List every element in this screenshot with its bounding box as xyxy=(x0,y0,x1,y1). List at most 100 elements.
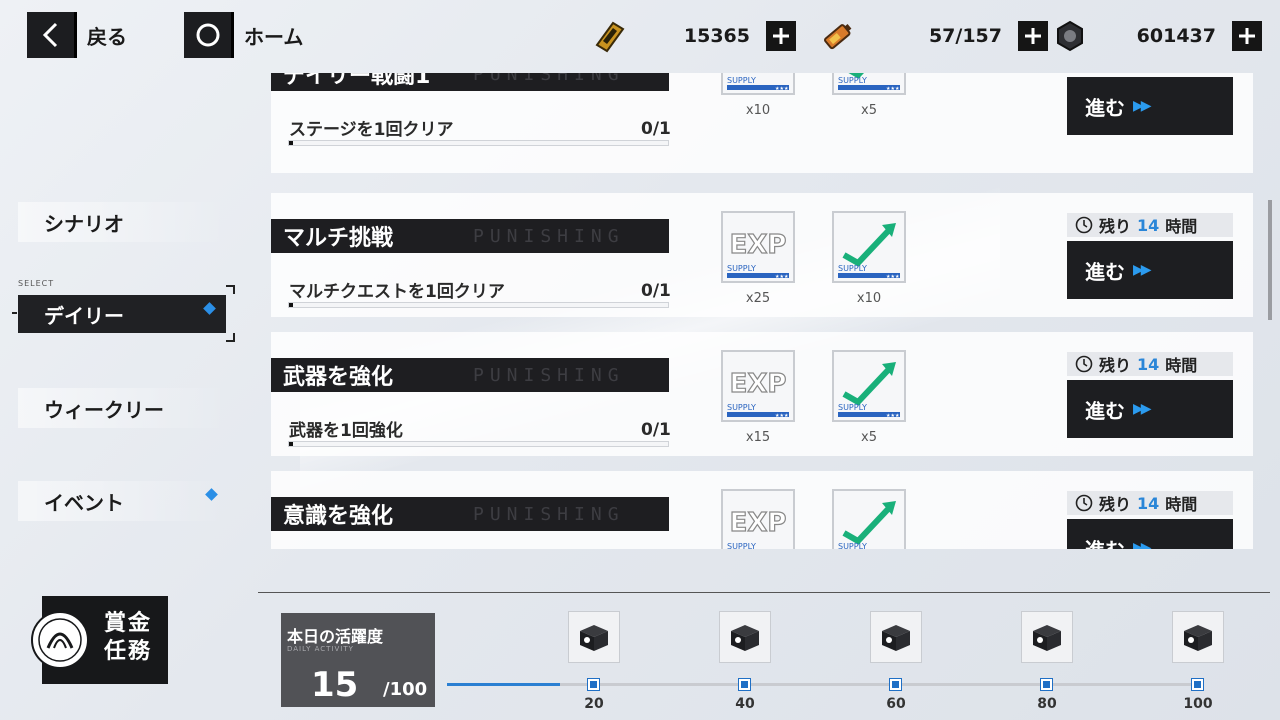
tab-event[interactable]: イベント xyxy=(18,481,228,521)
go-button[interactable]: 進む ▶▶ xyxy=(1067,380,1233,438)
mission-title: 武器を強化 xyxy=(283,365,394,390)
mission-desc: マルチクエストを1回クリア xyxy=(289,282,505,302)
chest-icon xyxy=(1033,625,1061,651)
exp-supply-icon: EXP SUPPLY ★★★ xyxy=(727,76,789,92)
plus-icon xyxy=(773,28,789,44)
mission-watermark: PUNISHING xyxy=(473,73,625,85)
home-label: ホーム xyxy=(244,24,304,49)
activity-title: 本日の活躍度 xyxy=(287,627,384,646)
reward-art-text: ★★★ xyxy=(886,413,900,419)
chest-icon xyxy=(1184,625,1212,651)
chest-icon xyxy=(580,625,608,651)
mission-timer: 残り 14 時間 xyxy=(1067,213,1233,237)
activity-track xyxy=(447,683,1200,686)
eden-emblem-icon xyxy=(31,611,89,669)
tab-weekly[interactable]: ウィークリー xyxy=(18,388,228,428)
gold-value: 15365 xyxy=(683,25,750,47)
go-button[interactable]: 進む ▶▶ xyxy=(1067,519,1233,549)
reward-check[interactable]: SUPPLY ★★★ xyxy=(832,73,906,95)
milestone-node xyxy=(738,678,751,691)
tab-scenario[interactable]: シナリオ xyxy=(18,202,228,242)
mission-progress: 0/1 xyxy=(641,281,671,301)
mission-title-bar: 意識を強化 PUNISHING xyxy=(271,497,669,531)
exp-supply-icon: EXP SUPPLY ★★★ xyxy=(727,507,787,549)
reward-art-text: SUPPLY xyxy=(727,403,756,412)
mission-desc: 武器を1回強化 xyxy=(289,421,403,441)
bracket-top-right xyxy=(226,285,235,294)
activity-track-fill xyxy=(447,683,560,686)
add-stamina-button[interactable] xyxy=(1018,21,1048,51)
mission-list[interactable]: デイリー戦闘1 PUNISHING ステージを1回クリア 0/1 EXP SUP… xyxy=(271,73,1253,549)
coin-value: 601437 xyxy=(1136,25,1216,47)
reward-art-text: ★★★ xyxy=(775,413,789,419)
tab-label: デイリー xyxy=(44,303,124,328)
go-button[interactable]: 進む ▶▶ xyxy=(1067,241,1233,299)
back-arrow-icon xyxy=(27,12,77,58)
mission-progress-fill xyxy=(289,141,293,145)
milestone-node xyxy=(1040,678,1053,691)
home-button[interactable]: ホーム xyxy=(184,12,303,58)
go-button[interactable]: 進む ▶▶ xyxy=(1067,77,1233,135)
reward-exp[interactable]: EXP SUPPLY ★★★ xyxy=(721,211,795,283)
reward-check[interactable]: SUPPLY ★★★ xyxy=(832,489,906,549)
mission-title-bar: 武器を強化 PUNISHING xyxy=(271,358,669,392)
reward-art-text: SUPPLY xyxy=(727,542,756,549)
mission-progress-fill xyxy=(289,303,293,307)
bottom-divider xyxy=(258,592,1270,593)
chest-icon xyxy=(882,625,910,651)
check-supply-icon: SUPPLY ★★★ xyxy=(838,73,900,92)
reward-qty: x15 xyxy=(745,430,771,445)
go-label: 進む xyxy=(1085,95,1125,120)
bounty-label: 賞金 任務 xyxy=(104,610,164,666)
reward-exp[interactable]: EXP SUPPLY ★★★ xyxy=(721,73,795,95)
tab-daily[interactable]: デイリー xyxy=(18,295,226,333)
reward-exp[interactable]: EXP SUPPLY ★★★ xyxy=(721,489,795,549)
clock-icon xyxy=(1075,355,1093,373)
go-label: 進む xyxy=(1085,534,1125,550)
reward-art-text: EXP xyxy=(730,230,787,260)
mission-progress-bar xyxy=(288,302,669,308)
activity-value: 15 xyxy=(311,665,359,705)
mission-watermark: PUNISHING xyxy=(473,225,625,247)
bounty-mission-button[interactable]: 賞金 任務 xyxy=(31,596,168,684)
reward-qty: x10 xyxy=(856,291,882,306)
reward-art-text: SUPPLY xyxy=(727,264,756,273)
reward-chest-20[interactable] xyxy=(568,611,620,663)
timer-suffix: 時間 xyxy=(1165,495,1198,514)
reward-check[interactable]: SUPPLY ★★★ xyxy=(832,211,906,283)
timer-number: 14 xyxy=(1137,493,1160,513)
reward-chest-100[interactable] xyxy=(1172,611,1224,663)
add-gold-button[interactable] xyxy=(766,21,796,51)
reward-art-text: EXP xyxy=(730,369,787,399)
reward-chest-60[interactable] xyxy=(870,611,922,663)
reward-check[interactable]: SUPPLY ★★★ xyxy=(832,350,906,422)
double-arrow-icon: ▶▶ xyxy=(1133,98,1151,114)
mission-progress: 0/1 xyxy=(641,420,671,440)
reward-chest-40[interactable] xyxy=(719,611,771,663)
go-label: 進む xyxy=(1085,259,1125,284)
mission-watermark: PUNISHING xyxy=(473,364,625,386)
mission-title: デイリー戦闘1 xyxy=(283,73,431,89)
gold-card-icon xyxy=(590,16,630,56)
milestone-label: 60 xyxy=(886,696,906,712)
timer-prefix: 残り xyxy=(1099,217,1132,236)
new-badge-icon xyxy=(205,488,218,501)
reward-art-text: ★★★ xyxy=(775,86,789,92)
stamina-value: 57/157 xyxy=(928,25,1002,47)
double-arrow-icon: ▶▶ xyxy=(1133,262,1151,278)
back-button[interactable]: 戻る xyxy=(27,12,127,58)
reward-chest-80[interactable] xyxy=(1021,611,1073,663)
check-supply-icon: SUPPLY ★★★ xyxy=(838,501,896,549)
gear-coin-icon xyxy=(1050,16,1090,56)
timer-suffix: 時間 xyxy=(1165,356,1198,375)
mission-progress-bar xyxy=(288,140,669,146)
list-scrollbar[interactable] xyxy=(1268,200,1272,320)
plus-icon xyxy=(1239,28,1255,44)
add-coin-button[interactable] xyxy=(1232,21,1262,51)
mission-title-bar: デイリー戦闘1 PUNISHING xyxy=(271,73,669,91)
mission-watermark: PUNISHING xyxy=(473,503,625,525)
reward-exp[interactable]: EXP SUPPLY ★★★ xyxy=(721,350,795,422)
battery-icon xyxy=(818,16,858,56)
check-supply-icon: SUPPLY ★★★ xyxy=(838,362,900,419)
mission-card: マルチ挑戦 PUNISHING マルチクエストを1回クリア 0/1 EXP SU… xyxy=(271,193,1253,317)
